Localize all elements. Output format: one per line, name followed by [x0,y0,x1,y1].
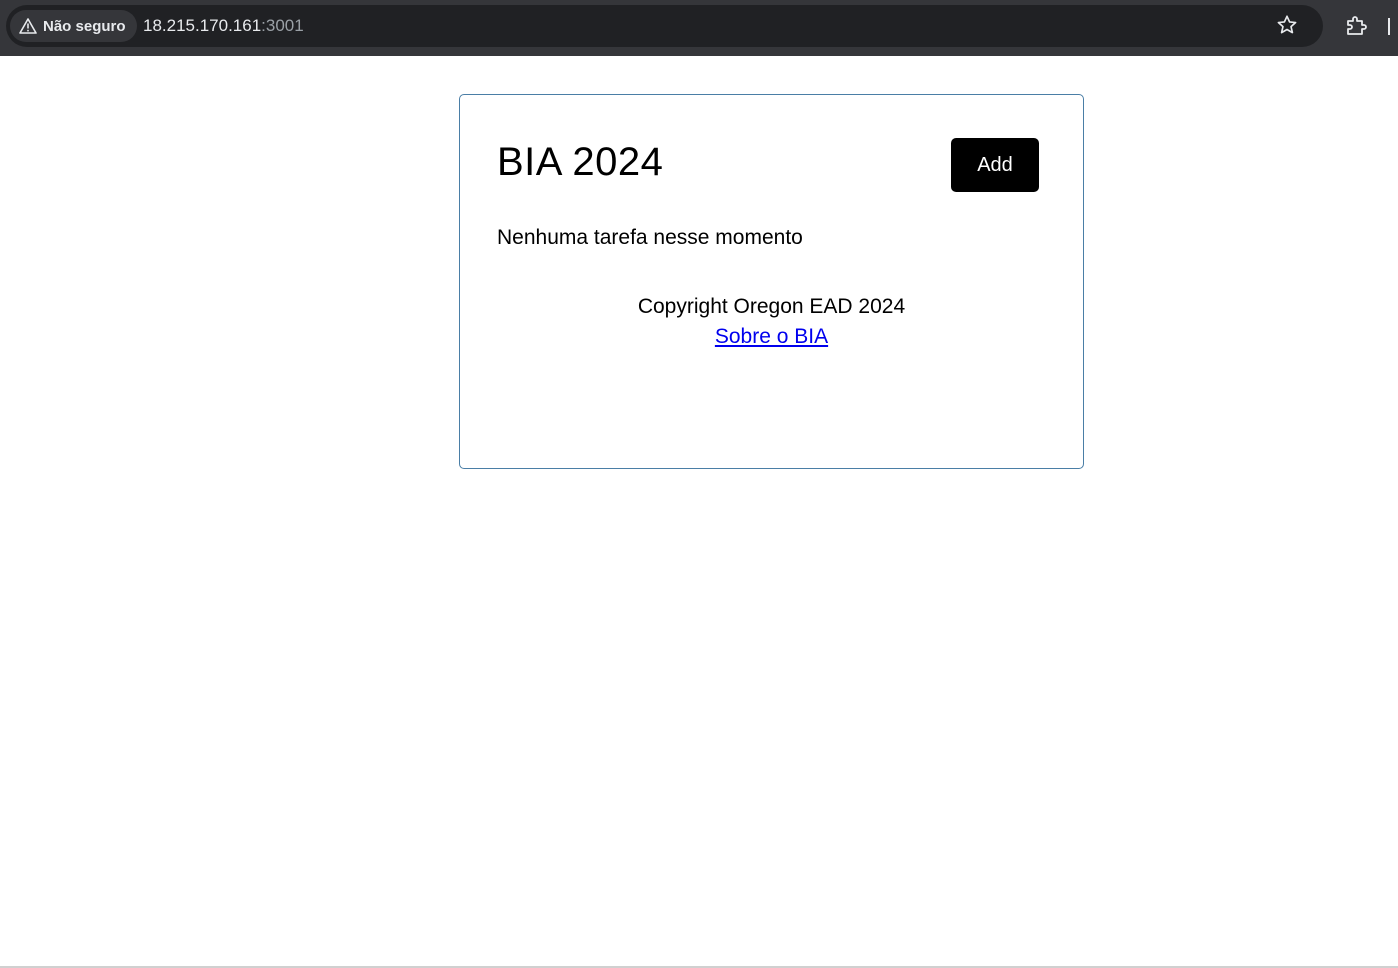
star-icon[interactable] [1276,14,1298,36]
copyright-text: Copyright Oregon EAD 2024 [637,295,906,318]
browser-toolbar: Não seguro 18.215.170.161:3001 [0,0,1398,56]
task-card: BIA 2024 Add Nenhuma tarefa nesse moment… [459,94,1084,469]
about-link[interactable]: Sobre o BIA [715,325,828,348]
warning-icon [19,18,37,34]
empty-state-message: Nenhuma tarefa nesse momento [497,226,803,249]
security-indicator[interactable]: Não seguro [10,10,137,42]
security-label: Não seguro [43,17,126,35]
url-text[interactable]: 18.215.170.161:3001 [143,16,304,36]
address-bar[interactable]: Não seguro 18.215.170.161:3001 [6,5,1323,47]
footer: Copyright Oregon EAD 2024 Sobre o BIA [460,292,1083,352]
url-host: 18.215.170.161 [143,16,262,35]
add-button[interactable]: Add [951,138,1039,192]
page-title: BIA 2024 [497,140,664,184]
window-edge [1388,18,1390,35]
extensions-icon[interactable] [1344,14,1368,38]
url-port: :3001 [261,16,304,35]
